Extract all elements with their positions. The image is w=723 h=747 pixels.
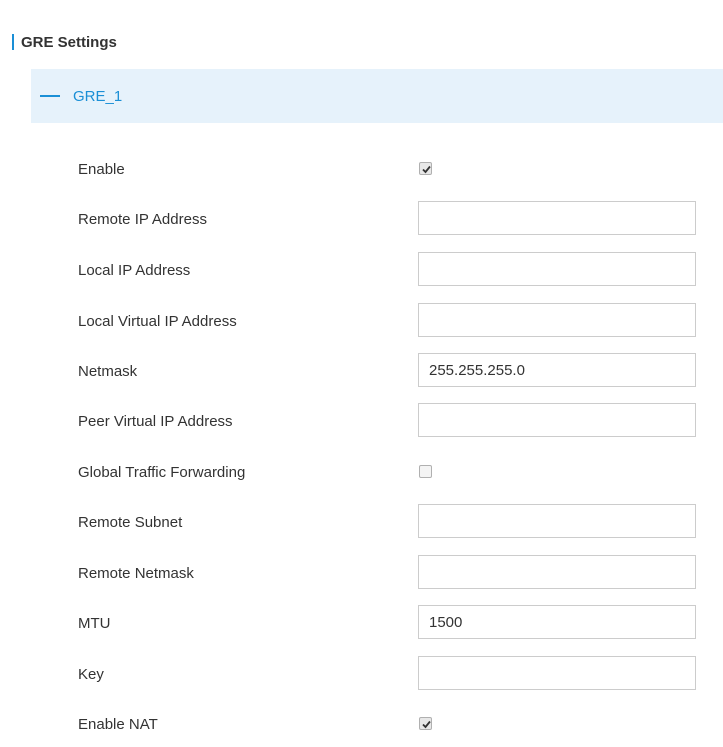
netmask-label: Netmask (78, 362, 138, 380)
section-title: GRE Settings (21, 33, 117, 51)
remote-netmask-label: Remote Netmask (78, 564, 194, 582)
panel-header-gre-1[interactable]: GRE_1 (31, 69, 723, 123)
local-virtual-ip-input[interactable] (418, 303, 696, 337)
row-remote-subnet: Remote Subnet (31, 504, 723, 540)
remote-ip-input[interactable] (418, 201, 696, 235)
top-band (0, 0, 723, 12)
enable-nat-label: Enable NAT (78, 715, 158, 733)
row-local-ip: Local IP Address (31, 252, 723, 288)
key-input[interactable] (418, 656, 696, 690)
peer-virtual-ip-input[interactable] (418, 403, 696, 437)
local-ip-input[interactable] (418, 252, 696, 286)
row-peer-virtual-ip: Peer Virtual IP Address (31, 403, 723, 439)
row-remote-ip: Remote IP Address (31, 201, 723, 237)
local-virtual-ip-label: Local Virtual IP Address (78, 312, 237, 330)
row-key: Key (31, 656, 723, 692)
remote-subnet-label: Remote Subnet (78, 513, 183, 531)
netmask-input[interactable] (418, 353, 696, 387)
panel-title[interactable]: GRE_1 (73, 88, 122, 105)
row-remote-netmask: Remote Netmask (31, 555, 723, 591)
remote-subnet-input[interactable] (418, 504, 696, 538)
peer-virtual-ip-label: Peer Virtual IP Address (78, 412, 233, 430)
enable-nat-checkbox[interactable] (419, 717, 432, 730)
enable-checkbox[interactable] (419, 162, 432, 175)
row-local-virtual-ip: Local Virtual IP Address (31, 303, 723, 339)
minus-icon[interactable] (40, 95, 60, 97)
checkmark-icon (422, 720, 431, 729)
gre-form: Enable Remote IP Address Local IP Addres… (31, 123, 723, 747)
local-ip-label: Local IP Address (78, 261, 191, 279)
remote-netmask-input[interactable] (418, 555, 696, 589)
section-accent-bar (12, 34, 14, 50)
mtu-label: MTU (78, 614, 111, 632)
row-enable-nat: Enable NAT (31, 706, 723, 742)
global-traffic-forwarding-label: Global Traffic Forwarding (78, 463, 246, 481)
row-netmask: Netmask (31, 353, 723, 389)
enable-label: Enable (78, 160, 125, 178)
remote-ip-label: Remote IP Address (78, 210, 207, 228)
row-global-traffic-forwarding: Global Traffic Forwarding (31, 454, 723, 490)
global-traffic-forwarding-checkbox[interactable] (419, 465, 432, 478)
row-enable: Enable (31, 151, 723, 187)
row-mtu: MTU (31, 605, 723, 641)
mtu-input[interactable] (418, 605, 696, 639)
checkmark-icon (422, 165, 431, 174)
section-header: GRE Settings (12, 32, 117, 52)
key-label: Key (78, 665, 104, 683)
